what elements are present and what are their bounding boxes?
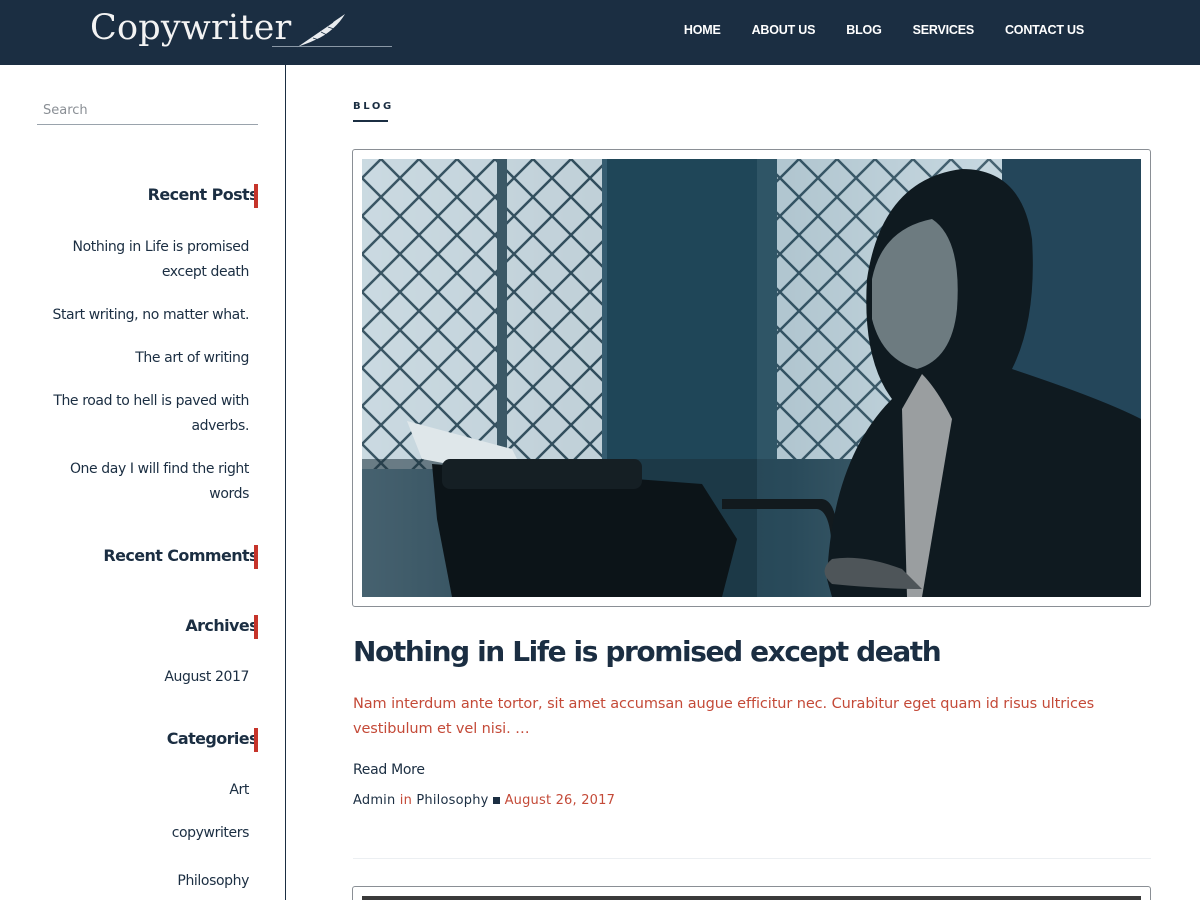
categories-accent-bar xyxy=(254,728,258,752)
recent-post-link[interactable]: The road to hell is paved with adverbs. xyxy=(49,389,249,439)
top-navbar: Copywriter HOME ABOUT US BLOG SERVICES C… xyxy=(0,0,1200,65)
categories-title: Categories xyxy=(166,729,259,748)
nav-services[interactable]: SERVICES xyxy=(913,23,975,37)
post-author[interactable]: Admin xyxy=(353,793,395,808)
logo-text: Copywriter xyxy=(90,8,292,48)
site-logo[interactable]: Copywriter xyxy=(90,6,392,50)
writer-at-typewriter-image xyxy=(362,159,1141,597)
archives-accent-bar xyxy=(254,615,258,639)
post-divider xyxy=(353,858,1151,859)
archives-title: Archives xyxy=(185,616,258,635)
breadcrumb-underline xyxy=(353,120,388,122)
post-meta-in: in xyxy=(399,793,413,808)
read-more-link[interactable]: Read More xyxy=(353,762,425,778)
archive-link[interactable]: August 2017 xyxy=(49,665,249,690)
nav-contact-us[interactable]: CONTACT US xyxy=(1005,23,1084,37)
category-link[interactable]: Philosophy xyxy=(49,869,249,894)
sidebar-divider xyxy=(285,65,286,900)
logo-underline xyxy=(272,46,392,47)
post-featured-image-frame[interactable] xyxy=(352,149,1151,607)
main-nav: HOME ABOUT US BLOG SERVICES CONTACT US xyxy=(653,23,1084,37)
next-post-image[interactable] xyxy=(362,896,1141,900)
post-excerpt: Nam interdum ante tortor, sit amet accum… xyxy=(353,696,1095,737)
recent-comments-title: Recent Comments xyxy=(103,546,258,565)
category-link[interactable]: copywriters xyxy=(49,821,250,846)
recent-post-link[interactable]: One day I will find the right words xyxy=(49,457,249,507)
recent-post-link[interactable]: The art of writing xyxy=(49,346,249,371)
quill-icon xyxy=(295,14,346,49)
recent-post-link[interactable]: Nothing in Life is promised except death xyxy=(49,235,250,285)
post-date: August 26, 2017 xyxy=(504,793,616,808)
post-title[interactable]: Nothing in Life is promised except death xyxy=(353,635,942,668)
recent-posts-title: Recent Posts xyxy=(147,185,259,204)
breadcrumb: BLOG xyxy=(353,101,394,112)
meta-separator-icon xyxy=(492,797,500,804)
nav-about-us[interactable]: ABOUT US xyxy=(752,23,816,37)
nav-blog[interactable]: BLOG xyxy=(846,23,882,37)
post-category[interactable]: Philosophy xyxy=(416,793,488,808)
post-meta: Admin in Philosophy August 26, 2017 xyxy=(353,793,615,808)
nav-home[interactable]: HOME xyxy=(684,23,721,37)
next-post-image-frame[interactable] xyxy=(352,886,1151,900)
post-featured-image[interactable] xyxy=(362,159,1141,597)
recent-post-link[interactable]: Start writing, no matter what. xyxy=(49,303,249,328)
category-link[interactable]: Art xyxy=(49,778,249,803)
recent-posts-accent-bar xyxy=(254,184,258,208)
search-input[interactable] xyxy=(37,97,258,125)
recent-comments-accent-bar xyxy=(254,545,258,569)
